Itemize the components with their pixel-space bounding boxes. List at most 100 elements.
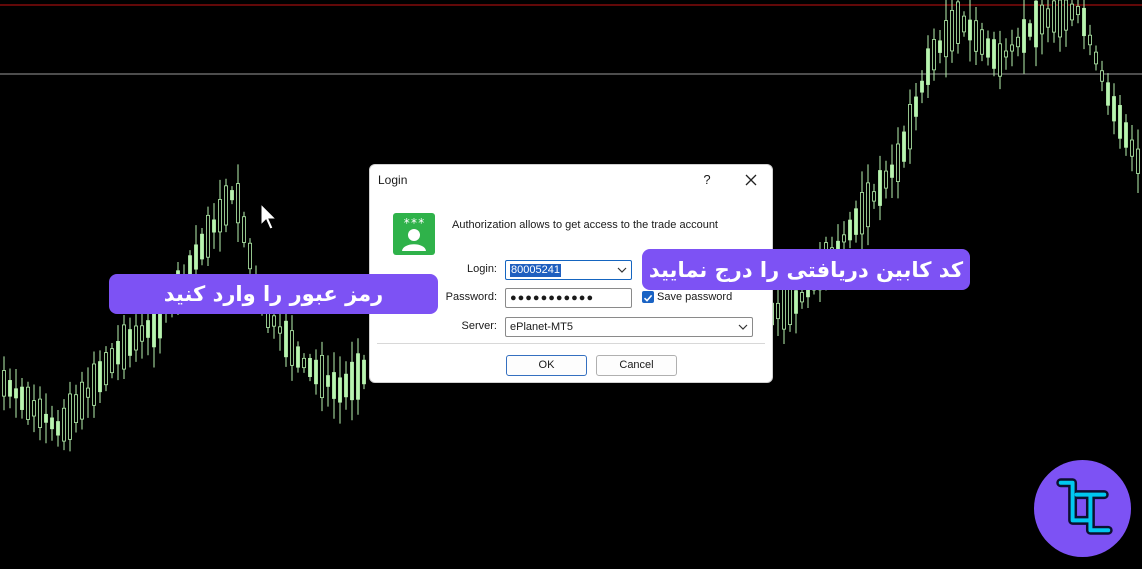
candle-body bbox=[224, 185, 228, 226]
login-combobox[interactable]: 80005241 bbox=[505, 260, 632, 280]
candle-body bbox=[98, 361, 102, 393]
candle-body bbox=[872, 191, 876, 202]
candle-body bbox=[344, 373, 348, 398]
candle-body bbox=[92, 363, 96, 406]
candle-body bbox=[788, 284, 792, 326]
candle-body bbox=[242, 216, 246, 243]
candle-body bbox=[1058, 0, 1062, 38]
candle-body bbox=[200, 233, 204, 260]
candle-body bbox=[56, 421, 60, 436]
candle-body bbox=[290, 330, 294, 366]
candle-body bbox=[944, 20, 948, 58]
chevron-down-icon[interactable] bbox=[738, 323, 748, 331]
candle-body bbox=[338, 377, 342, 403]
candle-body bbox=[332, 372, 336, 399]
candle-body bbox=[278, 326, 282, 334]
user-with-password-icon: *** bbox=[393, 213, 435, 255]
candle-body bbox=[938, 40, 942, 53]
candle-body bbox=[1082, 7, 1086, 37]
candle-body bbox=[1076, 5, 1080, 16]
candle-body bbox=[314, 359, 318, 385]
candle-body bbox=[104, 352, 108, 386]
candle-body bbox=[782, 286, 786, 330]
candle-body bbox=[950, 9, 954, 52]
server-combobox[interactable]: ePlanet-MT5 bbox=[505, 317, 753, 337]
candle-body bbox=[1022, 19, 1026, 53]
dialog-title: Login bbox=[378, 173, 408, 187]
login-value[interactable]: 80005241 bbox=[510, 264, 561, 277]
candle-body bbox=[62, 407, 66, 442]
candle-body bbox=[962, 15, 966, 33]
candle-body bbox=[116, 341, 120, 365]
candle-body bbox=[776, 302, 780, 320]
broker-logo-icon bbox=[1033, 459, 1132, 558]
candle-body bbox=[14, 388, 18, 399]
candle-body bbox=[296, 346, 300, 368]
password-value[interactable]: ●●●●●●●●●●● bbox=[510, 292, 594, 304]
candle-body bbox=[194, 244, 198, 270]
candle-body bbox=[1028, 23, 1032, 37]
candle-body bbox=[974, 20, 978, 52]
candle-body bbox=[230, 190, 234, 201]
candle-body bbox=[1118, 105, 1122, 139]
candle-body bbox=[74, 394, 78, 424]
login-callout: کد کابین دریافتی را درج نمایید bbox=[642, 249, 970, 290]
candle-body bbox=[926, 48, 930, 85]
candle-body bbox=[128, 329, 132, 356]
candle-body bbox=[26, 386, 30, 420]
candle-body bbox=[890, 164, 894, 178]
close-icon[interactable] bbox=[741, 170, 761, 190]
candle-body bbox=[308, 358, 312, 377]
candle-body bbox=[326, 375, 330, 387]
candle-body bbox=[206, 214, 210, 258]
candle-body bbox=[1130, 139, 1134, 157]
candle-body bbox=[1052, 0, 1056, 33]
candle-body bbox=[902, 131, 906, 162]
candle-body bbox=[1088, 34, 1092, 46]
candle-body bbox=[302, 357, 306, 369]
candle-body bbox=[1106, 82, 1110, 106]
candle-body bbox=[986, 38, 990, 58]
candle-body bbox=[956, 1, 960, 44]
ok-button[interactable]: OK bbox=[506, 355, 587, 376]
candle-body bbox=[44, 413, 48, 423]
candle-body bbox=[920, 80, 924, 93]
candle-body bbox=[38, 398, 42, 428]
candle-body bbox=[236, 183, 240, 224]
server-value[interactable]: ePlanet-MT5 bbox=[510, 321, 573, 333]
svg-text:***: *** bbox=[403, 216, 425, 230]
help-button[interactable]: ? bbox=[699, 170, 715, 190]
candle-body bbox=[272, 315, 276, 327]
save-password-checkbox[interactable] bbox=[642, 291, 654, 303]
candle-body bbox=[1112, 96, 1116, 122]
candle-body bbox=[350, 361, 354, 401]
candle-body bbox=[914, 96, 918, 117]
candle-body bbox=[140, 325, 144, 342]
dialog-description: Authorization allows to get access to th… bbox=[452, 219, 718, 231]
candle-body bbox=[2, 370, 6, 397]
candle-body bbox=[794, 290, 798, 314]
candle-body bbox=[980, 29, 984, 55]
candle-body bbox=[80, 381, 84, 420]
save-password-label[interactable]: Save password bbox=[657, 291, 732, 303]
dialog-titlebar[interactable]: Login ? bbox=[370, 165, 772, 195]
candle-body bbox=[1124, 122, 1128, 148]
candle-body bbox=[68, 393, 72, 440]
candle-body bbox=[908, 104, 912, 150]
candle-body bbox=[1094, 51, 1098, 65]
password-field[interactable]: ●●●●●●●●●●● bbox=[505, 288, 632, 308]
candle-body bbox=[878, 170, 882, 206]
candle-body bbox=[134, 325, 138, 351]
candle-body bbox=[842, 234, 846, 243]
server-label: Server: bbox=[461, 320, 497, 332]
candle-body bbox=[248, 242, 252, 270]
candle-body bbox=[968, 19, 972, 41]
chevron-down-icon[interactable] bbox=[617, 266, 627, 274]
candle-body bbox=[866, 182, 870, 228]
candle-body bbox=[146, 320, 150, 338]
candle-body bbox=[998, 43, 1002, 77]
candle-body bbox=[110, 348, 114, 374]
candle-body bbox=[800, 292, 804, 303]
candle-body bbox=[218, 199, 222, 233]
cancel-button[interactable]: Cancel bbox=[596, 355, 677, 376]
